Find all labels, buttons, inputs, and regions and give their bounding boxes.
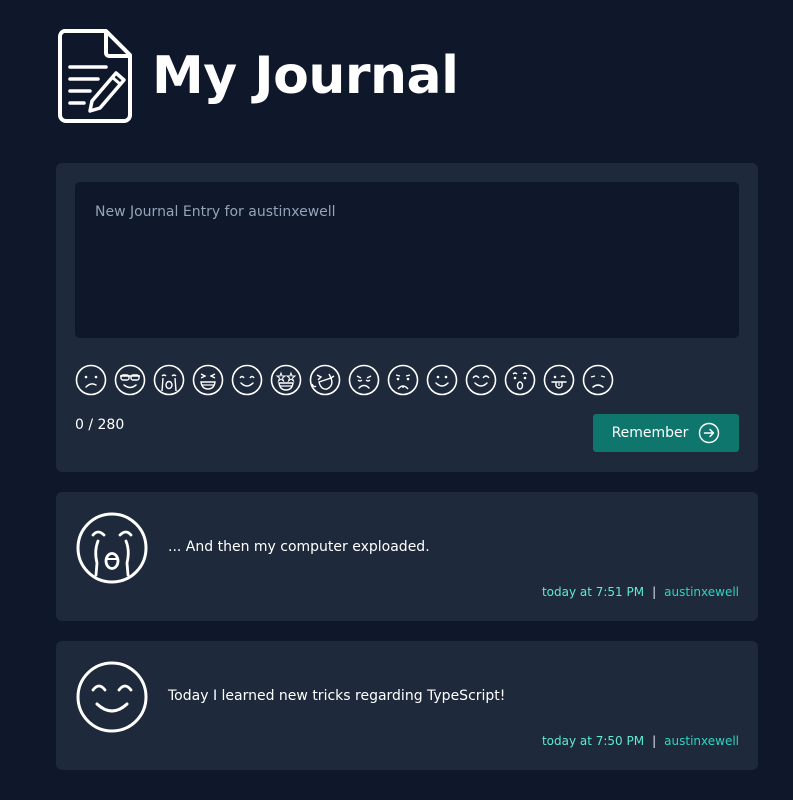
- confused-face-icon[interactable]: [75, 364, 107, 396]
- remember-button-label: Remember: [611, 425, 689, 441]
- smile-beam-face-icon[interactable]: [465, 364, 497, 396]
- frown-face-icon[interactable]: [582, 364, 614, 396]
- entry-timestamp: today at 7:50 PM: [541, 734, 645, 748]
- entry-username[interactable]: austinxewell: [664, 585, 739, 599]
- entry-timestamp: today at 7:51 PM: [541, 585, 645, 599]
- entry-meta: today at 7:50 PM | austinxewell: [542, 734, 739, 748]
- meta-separator: |: [652, 734, 657, 748]
- grin-squint-tears-face-icon[interactable]: [309, 364, 341, 396]
- tired-face-icon[interactable]: [348, 364, 380, 396]
- entry-composer: 0 / 280 Remember: [56, 163, 758, 472]
- sunglasses-face-icon[interactable]: [114, 364, 146, 396]
- character-counter: 0 / 280: [75, 417, 125, 433]
- page-header: My Journal: [56, 26, 459, 126]
- smiling-eyes-face-icon[interactable]: [231, 364, 263, 396]
- entry-text: Today I learned new tricks regarding Typ…: [168, 688, 506, 704]
- page-title: My Journal: [152, 46, 459, 106]
- arrow-right-circle-icon: [699, 422, 720, 444]
- journal-entry-input[interactable]: [75, 182, 739, 338]
- mood-selector: [75, 364, 614, 396]
- entry-meta: today at 7:51 PM | austinxewell: [542, 585, 739, 599]
- sad-tear-face-icon[interactable]: [387, 364, 419, 396]
- grin-stars-face-icon[interactable]: [270, 364, 302, 396]
- sad-cry-face-icon: [76, 512, 148, 584]
- crying-face-icon[interactable]: [153, 364, 185, 396]
- smile-face-icon[interactable]: [426, 364, 458, 396]
- journal-entry-card: ... And then my computer exploaded. toda…: [56, 492, 758, 621]
- tongue-face-icon[interactable]: [543, 364, 575, 396]
- surprise-face-icon[interactable]: [504, 364, 536, 396]
- laughing-squint-face-icon[interactable]: [192, 364, 224, 396]
- journal-document-icon: [58, 29, 132, 123]
- journal-entry-card: Today I learned new tricks regarding Typ…: [56, 641, 758, 770]
- smile-beam-face-icon: [76, 661, 148, 733]
- entry-username[interactable]: austinxewell: [664, 734, 739, 748]
- remember-button[interactable]: Remember: [593, 414, 739, 452]
- meta-separator: |: [652, 585, 657, 599]
- entry-text: ... And then my computer exploaded.: [168, 539, 430, 555]
